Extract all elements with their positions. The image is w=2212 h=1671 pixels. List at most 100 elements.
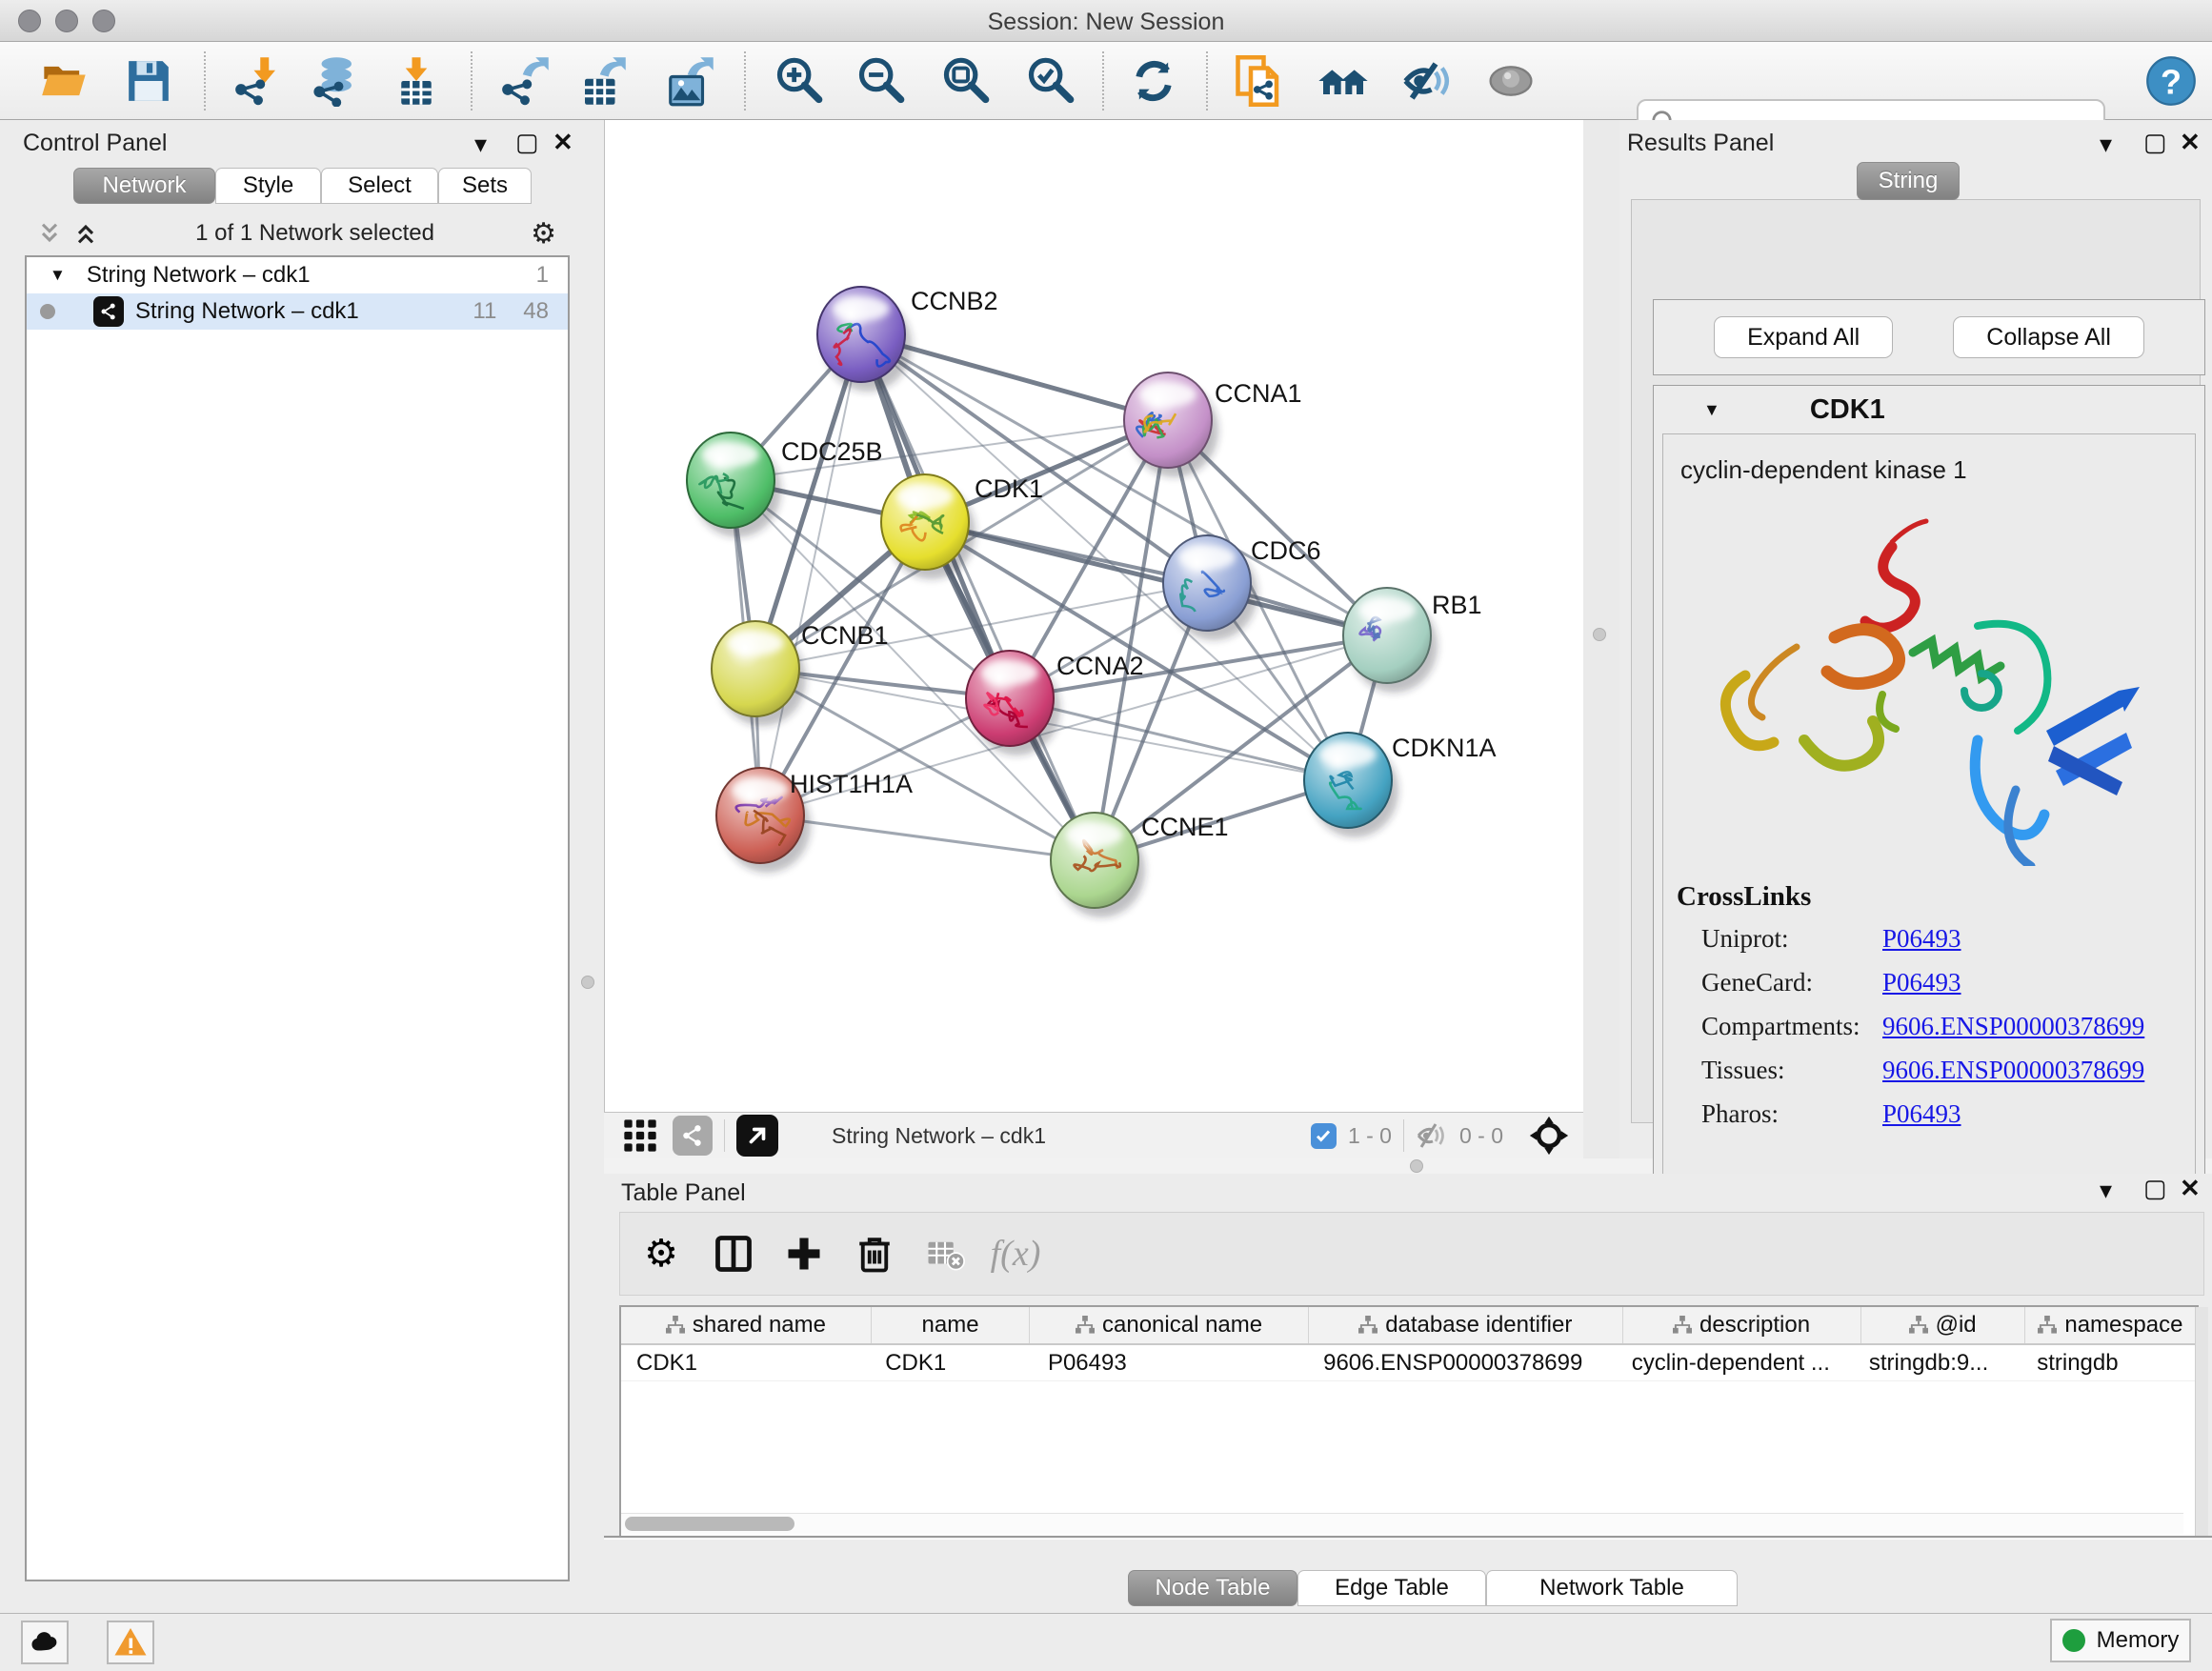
node-CDKN1A[interactable] [1304, 733, 1398, 837]
birdseye-grid-button[interactable] [621, 1117, 659, 1155]
table-horizontal-scrollbar[interactable] [621, 1513, 2183, 1534]
table-panel-close-button[interactable]: ✕ [2180, 1176, 2201, 1200]
network-row-selected[interactable]: String Network – cdk1 11 48 [27, 293, 568, 330]
crosslink-link[interactable]: 9606.ENSP00000378699 [1882, 1012, 2144, 1041]
refresh-button[interactable] [1126, 53, 1181, 109]
export-table-button[interactable] [574, 53, 630, 109]
node-CDK1[interactable] [881, 474, 975, 579]
table-cell[interactable]: CDK1 [621, 1345, 870, 1380]
column-header-description[interactable]: description [1623, 1307, 1861, 1343]
zoom-in-button[interactable] [771, 53, 826, 109]
open-session-button[interactable] [37, 53, 92, 109]
memory-button[interactable]: Memory [2050, 1619, 2191, 1662]
delete-column-button[interactable] [847, 1226, 902, 1281]
network-collection-row[interactable]: ▼ String Network – cdk1 1 [27, 257, 568, 293]
table-row[interactable]: CDK1CDK1P064939606.ENSP00000378699cyclin… [621, 1345, 2197, 1381]
zoom-selected-button[interactable] [1022, 53, 1077, 109]
node-CCNA1[interactable] [1124, 372, 1218, 477]
crosslink-link[interactable]: P06493 [1882, 924, 1961, 954]
column-header-database-identifier[interactable]: database identifier [1309, 1307, 1623, 1343]
tab-string[interactable]: String [1857, 162, 1960, 200]
node-CDC25B[interactable] [687, 433, 781, 537]
column-header--id[interactable]: @id [1861, 1307, 2025, 1343]
node-section-header[interactable]: ▼ CDK1 [1654, 386, 2204, 433]
help-button[interactable]: ? [2143, 53, 2199, 109]
crosslink-link[interactable]: P06493 [1882, 968, 1961, 997]
column-header-name[interactable]: name [872, 1307, 1030, 1343]
table-panel-maximize-button[interactable]: ▢ [2143, 1176, 2167, 1200]
node-RB1[interactable] [1343, 588, 1438, 693]
node-CCNB2[interactable] [817, 287, 912, 392]
first-neighbors-button[interactable] [1316, 53, 1371, 109]
table-cell[interactable]: CDK1 [870, 1345, 1033, 1380]
crosslink-row: Compartments:9606.ENSP00000378699 [1701, 1004, 2195, 1048]
column-header-canonical-name[interactable]: canonical name [1030, 1307, 1309, 1343]
selected-checkbox-icon[interactable] [1311, 1123, 1337, 1149]
show-all-button[interactable] [1483, 53, 1538, 109]
collapse-all-button[interactable]: Collapse All [1953, 316, 2144, 358]
hide-selected-button[interactable] [1399, 53, 1455, 109]
create-column-button[interactable] [776, 1226, 832, 1281]
left-splitter-handle[interactable] [581, 976, 594, 989]
crosslink-link[interactable]: P06493 [1882, 1099, 1961, 1129]
table-cell[interactable]: P06493 [1033, 1345, 1308, 1380]
string-view-button[interactable] [673, 1116, 713, 1156]
column-header-shared-name[interactable]: shared name [621, 1307, 872, 1343]
expand-all-button[interactable]: Expand All [1714, 316, 1893, 358]
results-panel-close-button[interactable]: ✕ [2180, 130, 2201, 154]
warning-button[interactable] [107, 1621, 154, 1664]
function-builder-button-disabled: f(x) [988, 1226, 1043, 1281]
zoom-fit-button[interactable] [937, 53, 993, 109]
node-CCNE1[interactable] [1051, 813, 1145, 917]
results-panel-maximize-button[interactable]: ▢ [2143, 130, 2167, 154]
show-columns-button[interactable] [706, 1226, 761, 1281]
right-splitter-handle[interactable] [1593, 628, 1606, 641]
toolbar-separator [204, 51, 206, 111]
table-vertical-scrollbar[interactable] [2195, 1307, 2208, 1538]
save-session-button[interactable] [121, 53, 176, 109]
tab-node-table[interactable]: Node Table [1128, 1570, 1297, 1606]
control-panel-float-button[interactable]: ▾ [474, 131, 487, 156]
share-icon [680, 1123, 705, 1148]
network-graph[interactable]: CCNB2CCNA1CDC25BCDK1CDC6RB1CCNB1CCNA2CDK… [605, 120, 1584, 1112]
import-table-button[interactable] [389, 53, 444, 109]
tab-style[interactable]: Style [215, 168, 321, 204]
collection-expand-arrow-icon[interactable]: ▼ [50, 266, 66, 285]
column-header-namespace[interactable]: namespace [2025, 1307, 2197, 1343]
tab-network[interactable]: Network [73, 168, 215, 204]
zoom-out-button[interactable] [853, 53, 908, 109]
table-cell[interactable]: stringdb [2021, 1345, 2197, 1380]
import-database-button[interactable] [307, 53, 362, 109]
tab-sets[interactable]: Sets [438, 168, 532, 204]
import-network-button[interactable] [231, 53, 286, 109]
export-image-button[interactable] [662, 53, 717, 109]
control-panel: Control Panel ▾ ▢ ✕ NetworkStyleSelectSe… [0, 120, 604, 1613]
tab-edge-table[interactable]: Edge Table [1297, 1570, 1486, 1606]
network-view-canvas[interactable]: CCNB2CCNA1CDC25BCDK1CDC6RB1CCNB1CCNA2CDK… [604, 120, 1583, 1112]
network-options-gear-icon[interactable]: ⚙ [531, 217, 556, 251]
tab-network-table[interactable]: Network Table [1486, 1570, 1738, 1606]
section-expand-arrow-icon[interactable]: ▼ [1703, 400, 1720, 420]
table-cell[interactable]: cyclin-dependent ... [1617, 1345, 1854, 1380]
horizontal-scrollbar-thumb[interactable] [625, 1517, 794, 1531]
copy-network-button[interactable] [1232, 53, 1287, 109]
crosslink-link[interactable]: 9606.ENSP00000378699 [1882, 1056, 2144, 1085]
table-cell[interactable]: 9606.ENSP00000378699 [1308, 1345, 1617, 1380]
export-network-button[interactable] [497, 53, 553, 109]
tab-select[interactable]: Select [321, 168, 438, 204]
control-panel-close-button[interactable]: ✕ [553, 130, 573, 154]
open-in-window-button[interactable] [736, 1115, 778, 1157]
cloud-button[interactable] [21, 1621, 69, 1664]
control-panel-maximize-button[interactable]: ▢ [515, 130, 539, 154]
collapse-all-tree-icon[interactable] [36, 220, 63, 247]
network-view-title: String Network – cdk1 [832, 1123, 1046, 1149]
table-panel-float-button[interactable]: ▾ [2100, 1178, 2112, 1202]
results-panel-title: Results Panel [1627, 130, 1774, 157]
results-panel-float-button[interactable]: ▾ [2100, 131, 2112, 156]
expand-all-tree-icon[interactable] [72, 220, 99, 247]
edge-CCNB2-HIST1H1A[interactable] [760, 334, 861, 815]
crosshair-icon[interactable] [1528, 1115, 1570, 1157]
table-options-gear-icon[interactable]: ⚙ [633, 1226, 689, 1281]
horizontal-splitter-handle[interactable] [1410, 1159, 1423, 1173]
table-cell[interactable]: stringdb:9... [1854, 1345, 2021, 1380]
